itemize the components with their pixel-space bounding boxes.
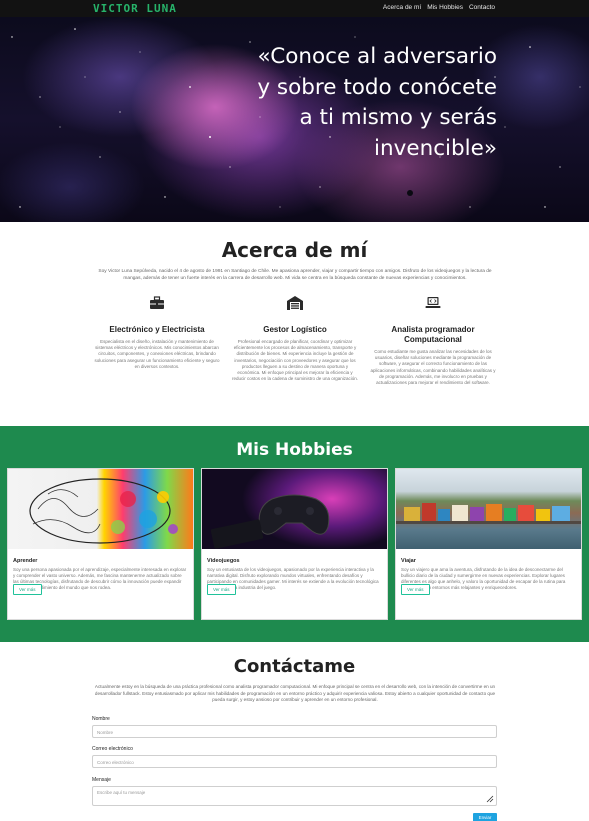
skill-electronico: Electrónico y Electricista Especialista … [92,296,222,370]
brand-logo[interactable]: VICTOR LUNA [93,2,177,15]
card-title: Aprender [13,558,38,564]
message-placeholder: Escribe aquí tu mensaje [97,790,146,795]
message-textarea[interactable]: Escribe aquí tu mensaje [92,786,497,806]
hero-quote: «Conoce al adversario y sobre todo conóc… [257,44,497,161]
palafitos-graphic [396,503,581,524]
about-text: Soy Victor Luna Sepúlveda, nacido el 4 d… [98,269,492,281]
hero-banner: «Conoce al adversario y sobre todo conóc… [0,17,589,222]
navbar: VICTOR LUNA Acerca de mí Mis Hobbies Con… [0,0,589,17]
skills-section: Electrónico y Electricista Especialista … [92,296,498,416]
skill-logistico: Gestor Logístico Profesional encargado d… [230,296,360,382]
name-label: Nombre [92,716,110,722]
message-label: Mensaje [92,777,111,783]
warehouse-icon [287,296,303,310]
hobbies-title: Mis Hobbies [236,440,353,460]
skill-text: Como estudiante me gusta analizar las ne… [370,349,496,386]
contact-text: Actualmente estoy en la búsqueda de una … [94,684,496,702]
resize-handle-icon[interactable] [486,795,494,803]
card-title: Videojuegos [207,558,240,564]
brain-art-image [8,469,193,549]
send-button[interactable]: Enviar [473,813,497,821]
gamepad-graphic [210,494,330,549]
hobby-card-aprender: Aprender Soy una persona apasionada por … [7,468,194,620]
toolbox-icon [150,296,164,309]
skill-title: Electrónico y Electricista [109,325,205,334]
brain-art-graphic [29,478,178,544]
hobby-card-viajar: Viajar Soy un viajero que ama la aventur… [395,468,582,620]
skill-programador: Analista programador Computacional Como … [368,296,498,386]
nav-links: Acerca de mí Mis Hobbies Contacto [383,4,495,11]
email-label: Correo electrónico [92,746,133,752]
name-input[interactable]: Nombre [92,725,497,738]
nav-link-contacto[interactable]: Contacto [469,4,495,11]
ver-mas-button[interactable]: Ver más [401,584,430,595]
ver-mas-button[interactable]: Ver más [207,584,236,595]
hobbies-section: Mis Hobbies Aprender Soy una persona apa… [0,426,589,642]
skill-title: Analista programador Computacional [391,325,475,344]
ver-mas-button[interactable]: Ver más [13,584,42,595]
skill-text: Profesional encargado de planificar, coo… [231,339,359,382]
laptop-code-icon [425,297,441,308]
contact-title: Contáctame [233,656,356,677]
hobby-card-videojuegos: Videojuegos Soy un entusiasta de los vid… [201,468,388,620]
card-title: Viajar [401,558,416,564]
gamepad-image [202,469,387,549]
palafitos-image [396,469,581,549]
nav-link-acerca[interactable]: Acerca de mí [383,4,421,11]
nav-link-hobbies[interactable]: Mis Hobbies [427,4,463,11]
skill-title: Gestor Logístico [263,325,327,334]
about-title: Acerca de mí [221,238,368,262]
skill-text: Especialista en el diseño, instalación y… [94,339,220,369]
email-input[interactable]: Correo electrónico [92,755,497,768]
